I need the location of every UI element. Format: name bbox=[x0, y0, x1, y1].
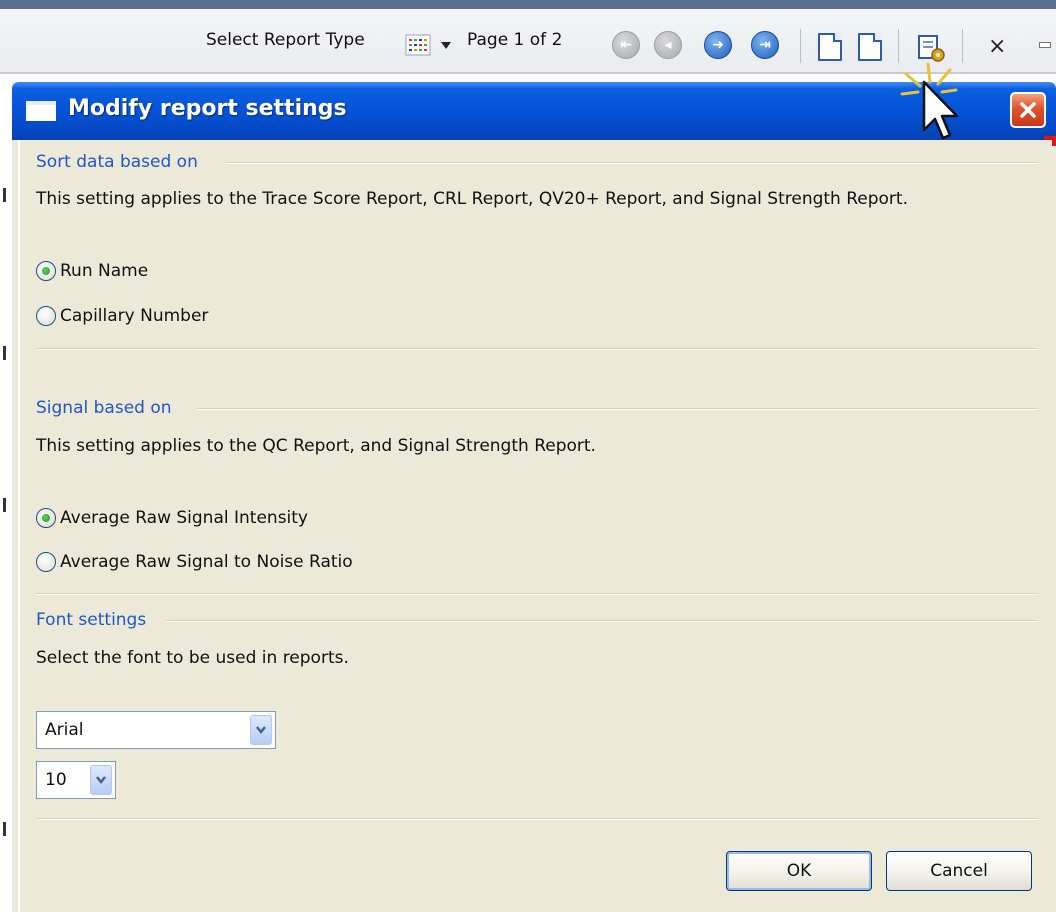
capillary-number-label: Capillary Number bbox=[60, 306, 209, 326]
mouse-cursor-icon bbox=[900, 62, 959, 140]
last-page-button[interactable]: ⇥ bbox=[751, 31, 779, 59]
average-raw-signal-to-noise-ratio-radio[interactable]: Average Raw Signal to Noise Ratio bbox=[36, 552, 353, 572]
font-name-dropdown-button[interactable] bbox=[250, 715, 272, 745]
first-page-button[interactable]: ⇤ bbox=[612, 31, 640, 59]
report-type-dropdown-arrow-icon[interactable] bbox=[441, 42, 451, 49]
select-report-type-label[interactable]: Select Report Type bbox=[206, 30, 365, 50]
run-name-label: Run Name bbox=[60, 261, 149, 281]
font-size-value: 10 bbox=[45, 770, 67, 790]
chevron-down-icon bbox=[256, 726, 266, 735]
next-page-button[interactable]: ➜ bbox=[704, 31, 732, 59]
toolbar-bottom-border bbox=[0, 72, 1056, 74]
report-toolbar: Select Report Type Page 1 of 2 ⇤ ◂ ➜ ⇥ × bbox=[0, 0, 1056, 74]
minimize-icon[interactable] bbox=[1039, 42, 1051, 48]
signal-section-title: Signal based on bbox=[36, 398, 172, 418]
signal-section-description: This setting applies to the QC Report, a… bbox=[36, 436, 596, 456]
background-edge-mark bbox=[3, 822, 6, 836]
dialog-title: Modify report settings bbox=[68, 96, 347, 121]
font-name-select[interactable]: Arial bbox=[36, 711, 276, 749]
dialog-close-button[interactable] bbox=[1010, 92, 1046, 128]
toolbar-divider bbox=[962, 29, 963, 63]
font-name-value: Arial bbox=[45, 720, 84, 740]
average-raw-signal-to-noise-ratio-label: Average Raw Signal to Noise Ratio bbox=[60, 552, 353, 572]
radio-button-checked[interactable] bbox=[36, 261, 56, 281]
background-edge-mark bbox=[3, 498, 6, 512]
single-page-view-icon[interactable] bbox=[818, 33, 842, 61]
toolbar-divider bbox=[898, 29, 899, 63]
section-divider bbox=[226, 162, 1038, 164]
window-icon bbox=[26, 101, 56, 121]
radio-button[interactable] bbox=[36, 306, 56, 326]
chevron-down-icon bbox=[96, 776, 106, 785]
sort-section-description: This setting applies to the Trace Score … bbox=[36, 189, 908, 209]
section-divider bbox=[196, 408, 1038, 410]
page-indicator: Page 1 of 2 bbox=[467, 30, 563, 50]
last-page-icon: ⇥ bbox=[759, 37, 771, 53]
close-report-icon[interactable]: × bbox=[988, 36, 1006, 58]
first-page-icon: ⇤ bbox=[620, 37, 632, 53]
page-width-view-icon[interactable] bbox=[858, 33, 882, 61]
report-type-icon[interactable] bbox=[405, 34, 431, 56]
close-icon bbox=[1020, 102, 1036, 118]
modify-report-settings-dialog: Modify report settings Sort data based o… bbox=[12, 82, 1056, 912]
previous-page-button[interactable]: ◂ bbox=[654, 31, 682, 59]
font-section-title: Font settings bbox=[36, 610, 147, 630]
section-divider bbox=[36, 348, 1038, 350]
font-section-description: Select the font to be used in reports. bbox=[36, 648, 349, 668]
section-divider bbox=[166, 620, 1038, 622]
cancel-button[interactable]: Cancel bbox=[886, 851, 1032, 891]
background-edge-mark bbox=[3, 346, 6, 360]
radio-button[interactable] bbox=[36, 552, 56, 572]
font-size-dropdown-button[interactable] bbox=[90, 765, 112, 795]
previous-page-icon: ◂ bbox=[664, 37, 672, 53]
next-page-icon: ➜ bbox=[712, 37, 724, 53]
average-raw-signal-intensity-label: Average Raw Signal Intensity bbox=[60, 508, 308, 528]
section-divider bbox=[36, 593, 1038, 595]
sort-section-title: Sort data based on bbox=[36, 152, 198, 172]
dialog-body: Sort data based on This setting applies … bbox=[18, 140, 1052, 912]
radio-button-checked[interactable] bbox=[36, 508, 56, 528]
run-name-radio[interactable]: Run Name bbox=[36, 261, 148, 281]
font-size-select[interactable]: 10 bbox=[36, 761, 116, 799]
capillary-number-radio[interactable]: Capillary Number bbox=[36, 306, 208, 326]
ok-button[interactable]: OK bbox=[726, 851, 872, 891]
toolbar-divider bbox=[800, 29, 801, 63]
background-edge-mark bbox=[3, 188, 6, 202]
section-divider bbox=[36, 818, 1038, 820]
average-raw-signal-intensity-radio[interactable]: Average Raw Signal Intensity bbox=[36, 508, 308, 528]
